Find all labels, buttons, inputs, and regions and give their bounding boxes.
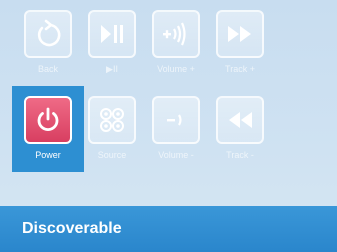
track-next-button[interactable] [216, 10, 264, 58]
play-pause-control[interactable]: ▶II [76, 0, 148, 86]
back-control[interactable]: Back [12, 0, 84, 86]
power-button[interactable] [24, 96, 72, 144]
source-label: Source [97, 150, 127, 160]
volume-down-button[interactable] [152, 96, 200, 144]
track-next-label: Track + [225, 64, 255, 74]
back-label: Back [37, 64, 58, 74]
rewind-icon [225, 105, 255, 135]
source-control[interactable]: Source [76, 86, 148, 172]
source-icon [97, 105, 127, 135]
back-button[interactable] [24, 10, 72, 58]
track-previous-label: Track - [226, 150, 254, 160]
fast-forward-icon [225, 19, 255, 49]
play-pause-icon [97, 19, 127, 49]
track-previous-control[interactable]: Track - [204, 86, 276, 172]
volume-up-control[interactable]: Volume + [140, 0, 212, 86]
volume-up-button[interactable] [152, 10, 200, 58]
power-label: Power [35, 150, 61, 160]
status-bar: Discoverable [0, 206, 337, 252]
back-icon [33, 19, 63, 49]
volume-up-label: Volume + [157, 64, 195, 74]
play-pause-label: ▶II [106, 64, 118, 74]
source-button[interactable] [88, 96, 136, 144]
track-previous-button[interactable] [216, 96, 264, 144]
power-icon [33, 105, 63, 135]
power-control[interactable]: Power [12, 86, 84, 172]
remote-control-grid: Back ▶II Volume + Track + Power Source V… [0, 0, 337, 180]
volume-down-label: Volume - [158, 150, 194, 160]
volume-down-control[interactable]: Volume - [140, 86, 212, 172]
discoverable-status: Discoverable [22, 220, 122, 237]
volume-down-icon [161, 105, 191, 135]
track-next-control[interactable]: Track + [204, 0, 276, 86]
volume-up-icon [160, 19, 192, 49]
play-pause-button[interactable] [88, 10, 136, 58]
